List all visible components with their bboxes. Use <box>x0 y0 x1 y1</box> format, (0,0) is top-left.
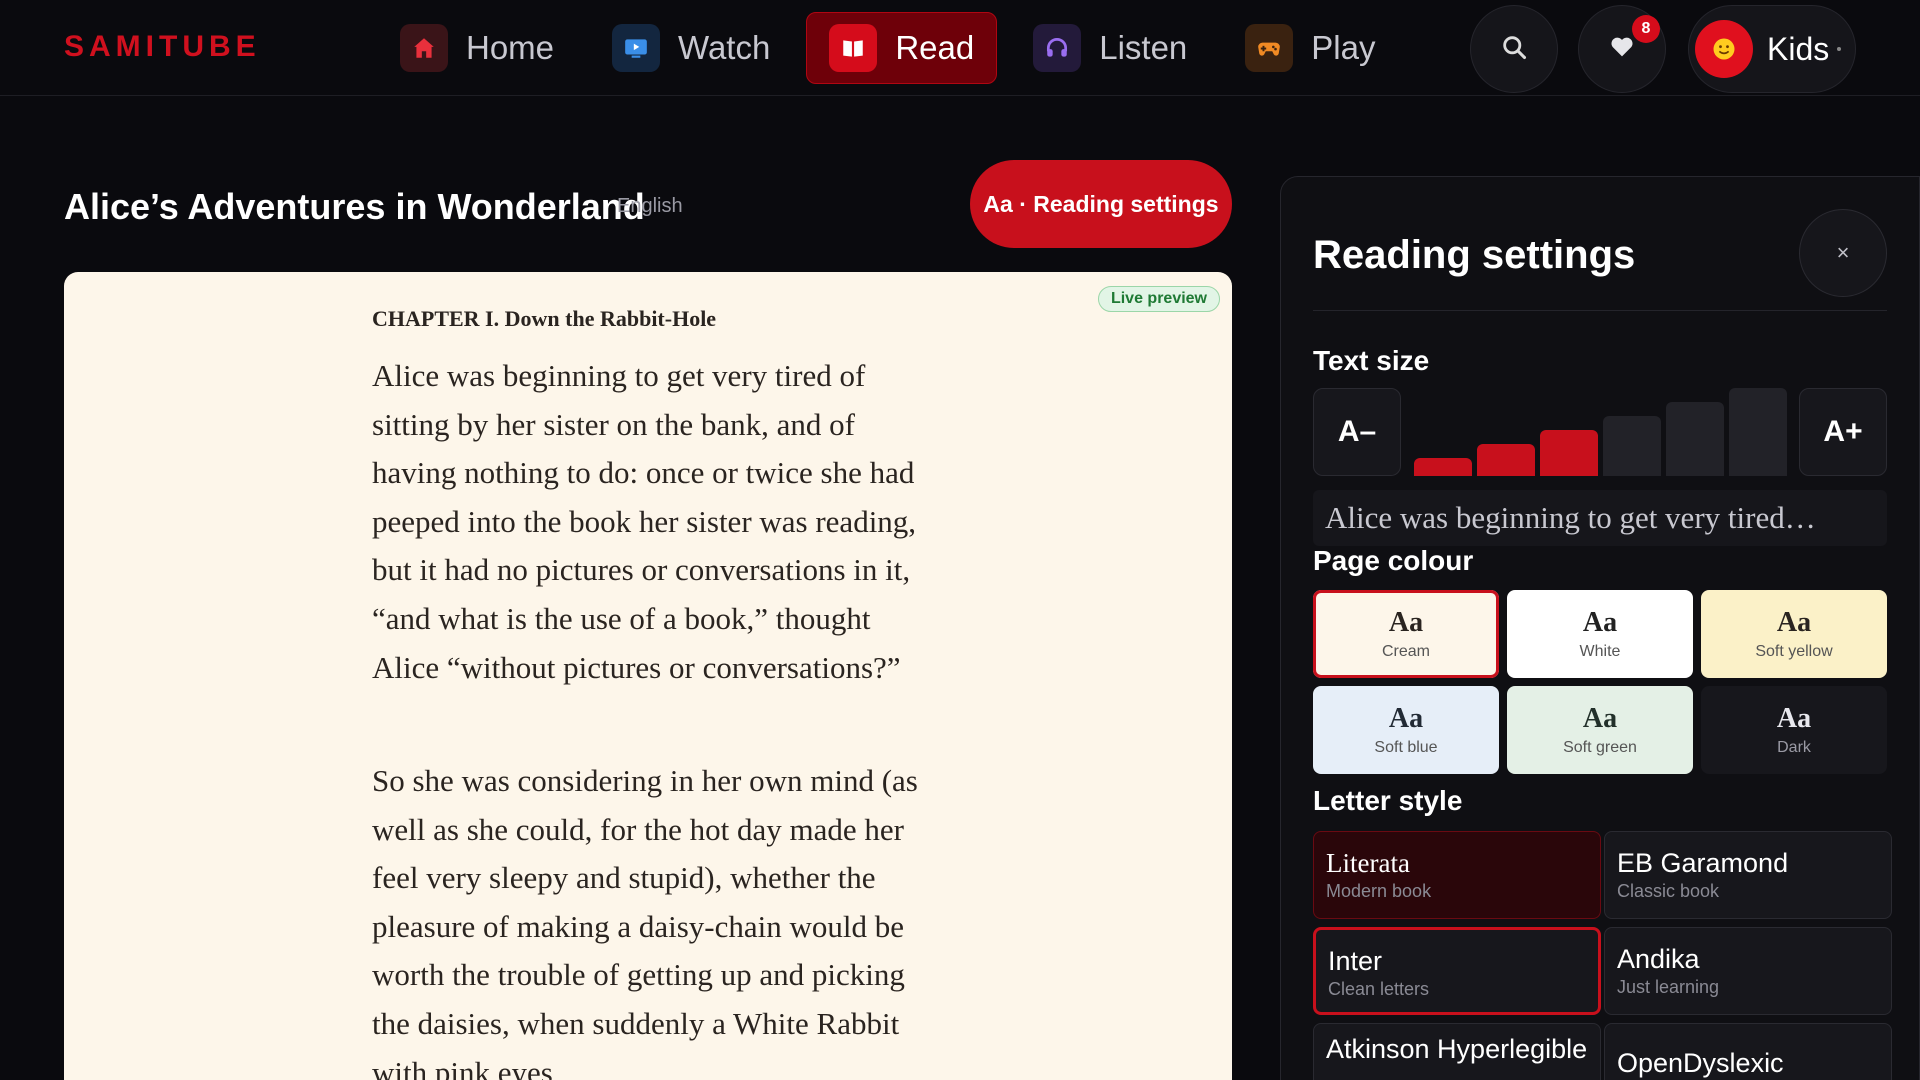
reading-settings-button[interactable]: Aa · Reading settings <box>970 160 1232 248</box>
increase-text-size-button[interactable]: A+ <box>1799 388 1887 476</box>
font-name: Inter <box>1328 946 1383 976</box>
swatch-label: Soft green <box>1563 739 1637 756</box>
swatch-label: White <box>1579 643 1621 660</box>
panel-divider <box>1313 310 1887 311</box>
smiley-icon <box>1695 20 1753 78</box>
swatch-sample: Aa <box>1776 703 1812 734</box>
letter-style-option[interactable]: OpenDyslexic <box>1604 1023 1892 1080</box>
letter-style-option[interactable]: Andika Just learning <box>1604 927 1892 1015</box>
swatch-sample: Aa <box>1776 607 1812 638</box>
brand-logo[interactable]: SAMITUBE <box>64 30 261 64</box>
nav-label-home: Home <box>466 29 555 66</box>
book-title: Alice’s Adventures in Wonderland <box>64 186 645 227</box>
letter-style-option[interactable]: EB Garamond Classic book <box>1604 831 1892 919</box>
font-description: Just learning <box>1617 977 1720 997</box>
top-bar: SAMITUBE Home Watch Read Listen Play 8 K… <box>0 0 1920 96</box>
page-colour-swatch[interactable]: Aa White <box>1507 590 1693 678</box>
headphones-icon <box>1033 24 1082 72</box>
swatch-label: Soft blue <box>1374 739 1438 756</box>
close-icon: × <box>1836 240 1850 265</box>
font-description: Classic book <box>1617 881 1720 901</box>
nav-label-play: Play <box>1311 29 1376 66</box>
favorites-button[interactable]: 8 <box>1578 5 1666 93</box>
font-name: Atkinson Hyperlegible <box>1326 1034 1588 1064</box>
font-name: OpenDyslexic <box>1617 1048 1784 1078</box>
swatch-sample: Aa <box>1388 703 1424 734</box>
nav-label-read: Read <box>895 29 975 66</box>
nav-item-home[interactable]: Home <box>378 12 576 84</box>
text-size-step[interactable] <box>1414 458 1472 476</box>
swatch-sample: Aa <box>1388 607 1424 638</box>
search-button[interactable] <box>1470 5 1558 93</box>
swatch-label: Cream <box>1381 643 1430 660</box>
text-size-step[interactable] <box>1603 416 1661 476</box>
close-button[interactable]: × <box>1799 209 1887 297</box>
chapter-heading: CHAPTER I. Down the Rabbit-Hole <box>372 306 717 331</box>
page-colour-label: Page colour <box>1313 545 1474 576</box>
swatch-sample: Aa <box>1582 703 1618 734</box>
swatch-label: Dark <box>1777 739 1811 756</box>
reader-paragraph: Alice was beginning to get very tired of… <box>372 358 917 685</box>
font-name: EB Garamond <box>1617 848 1789 878</box>
letter-style-label: Letter style <box>1313 785 1463 816</box>
favorites-count-badge: 8 <box>1632 15 1660 43</box>
profile-button[interactable]: Kids <box>1688 5 1856 93</box>
page-colour-swatch[interactable]: Aa Dark <box>1701 686 1887 774</box>
reader-paragraph: So she was considering in her own mind (… <box>372 763 918 1080</box>
tv-icon <box>612 24 661 72</box>
letter-style-option[interactable]: Literata Modern book <box>1313 831 1601 919</box>
heart-icon <box>1608 33 1636 66</box>
gamepad-icon <box>1245 24 1294 72</box>
book-language: English <box>617 195 683 217</box>
text-size-step[interactable] <box>1477 444 1535 476</box>
panel-title: Reading settings <box>1313 233 1636 277</box>
text-size-sample: Alice was beginning to get very tired… <box>1313 490 1887 546</box>
nav-item-listen[interactable]: Listen <box>1011 12 1209 84</box>
text-size-scale[interactable] <box>1414 388 1788 476</box>
nav-label-listen: Listen <box>1099 29 1188 66</box>
text-size-step[interactable] <box>1540 430 1598 476</box>
font-description: Clean letters <box>1328 979 1430 999</box>
swatch-sample: Aa <box>1582 607 1618 638</box>
text-size-step[interactable] <box>1666 402 1724 476</box>
reading-settings-panel: Reading settings × Text size A– A+ Alice… <box>1280 176 1920 1080</box>
search-icon <box>1500 33 1528 66</box>
page-colour-swatch[interactable]: Aa Soft yellow <box>1701 590 1887 678</box>
nav-label-watch: Watch <box>678 29 771 66</box>
page-colour-swatch[interactable]: Aa Soft blue <box>1313 686 1499 774</box>
nav-item-read[interactable]: Read <box>806 12 998 84</box>
text-size-step[interactable] <box>1729 388 1787 476</box>
profile-name: Kids <box>1767 30 1830 67</box>
profile-menu-dot <box>1837 47 1842 51</box>
letter-style-option[interactable]: Inter Clean letters <box>1313 927 1601 1015</box>
nav-item-play[interactable]: Play <box>1223 12 1397 84</box>
letter-style-option[interactable]: Atkinson Hyperlegible <box>1313 1023 1601 1080</box>
font-description: Modern book <box>1326 881 1432 901</box>
main-nav: Home Watch Read Listen Play <box>378 12 1411 84</box>
swatch-label: Soft yellow <box>1755 643 1833 660</box>
page-colour-swatch[interactable]: Aa Cream <box>1313 590 1499 678</box>
reader-page[interactable]: Live preview CHAPTER I. Down the Rabbit-… <box>64 272 1232 1080</box>
font-name: Literata <box>1326 848 1410 878</box>
text-size-label: Text size <box>1313 345 1430 376</box>
font-name: Andika <box>1617 944 1700 974</box>
page-colour-swatch[interactable]: Aa Soft green <box>1507 686 1693 774</box>
live-preview-badge: Live preview <box>1097 286 1220 312</box>
book-icon <box>829 24 878 72</box>
decrease-text-size-button[interactable]: A– <box>1313 388 1401 476</box>
nav-item-watch[interactable]: Watch <box>590 12 792 84</box>
home-icon <box>400 24 448 72</box>
